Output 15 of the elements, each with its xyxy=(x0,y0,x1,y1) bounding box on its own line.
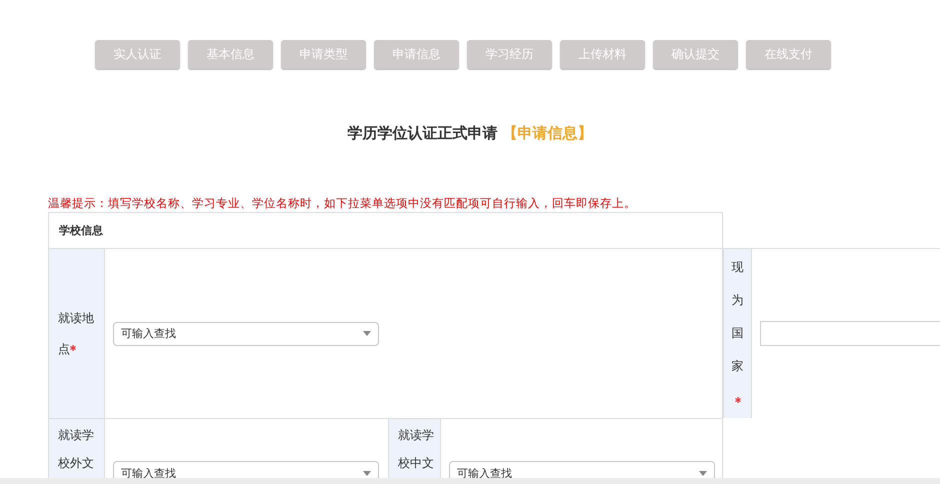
select-field[interactable]: 可输入查找 xyxy=(113,322,379,346)
field-label: 就读学校中文 xyxy=(398,427,434,472)
page-title: 学历学位认证正式申请 xyxy=(347,124,498,142)
section-title: 学校信息 xyxy=(59,223,103,238)
caret-icon xyxy=(699,470,707,476)
caret-icon xyxy=(363,470,371,476)
field-label: 现为国家 xyxy=(732,259,744,375)
field-label: 就读地点 xyxy=(58,310,94,356)
notice-text: 温馨提示：填写学校名称、学习专业、学位名称时，如下拉菜单选项中没有匹配项可自行输入，回车即保存上。 xyxy=(48,195,636,211)
input-field[interactable] xyxy=(760,321,940,346)
current-step-label: 【申请信息】 xyxy=(502,124,593,142)
select-field[interactable]: 可输入查找 xyxy=(449,461,715,478)
select-field[interactable]: 可输入查找 xyxy=(113,461,379,478)
caret-icon xyxy=(363,331,371,336)
field-label: 就读学校外文 xyxy=(58,427,94,472)
